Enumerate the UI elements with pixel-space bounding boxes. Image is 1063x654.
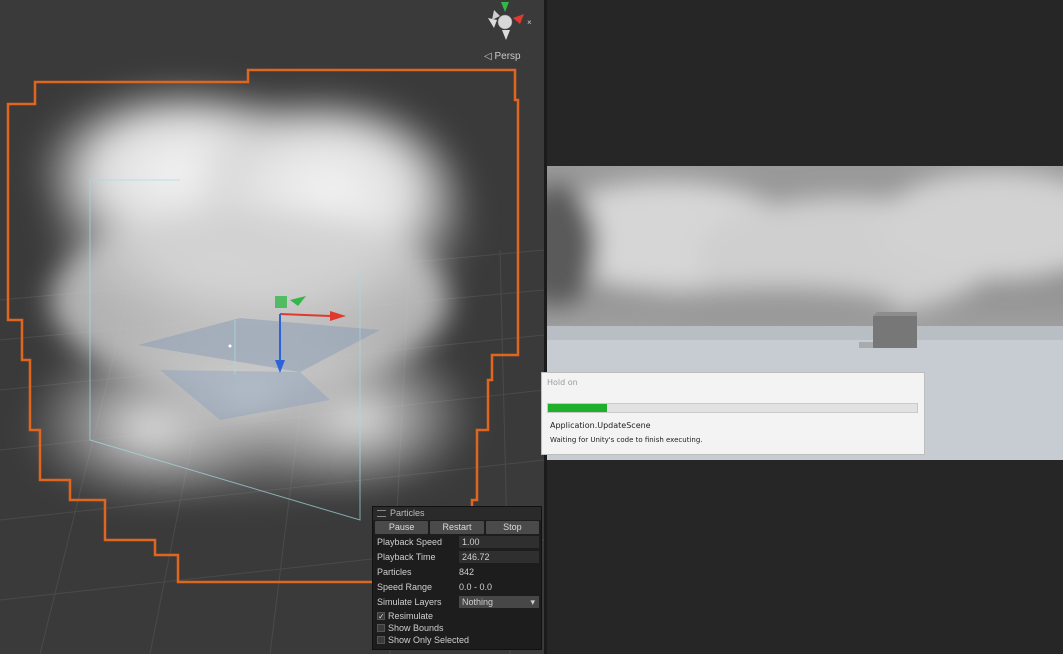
particles-overlay: Particles Pause Restart Stop Playback Sp… xyxy=(372,506,542,650)
speed-range-label: Speed Range xyxy=(377,582,433,592)
status-message: Waiting for Unity's code to finish execu… xyxy=(550,436,703,444)
show-only-selected-option[interactable]: Show Only Selected xyxy=(373,634,541,646)
progress-fill xyxy=(548,404,608,412)
playback-time-label: Playback Time xyxy=(377,552,436,562)
gizmo-x-cone xyxy=(513,14,524,24)
pause-button[interactable]: Pause xyxy=(375,521,429,534)
chevron-down-icon: ▾ xyxy=(530,597,535,607)
playback-speed-field[interactable]: 1.00 xyxy=(459,536,539,548)
show-bounds-option[interactable]: Show Bounds xyxy=(373,622,541,634)
fog-cloud xyxy=(20,80,480,510)
gizmo-plane-handle xyxy=(275,296,287,308)
resimulate-checkbox[interactable]: ✓ xyxy=(377,612,385,621)
simulate-layers-dropdown[interactable]: Nothing ▾ xyxy=(459,596,539,608)
gizmo-y-cone xyxy=(501,2,509,12)
simulate-layers-label: Simulate Layers xyxy=(377,597,442,607)
view-mode-toggle[interactable]: ◁ Persp xyxy=(484,51,521,62)
particles-title: Particles xyxy=(390,508,425,518)
resimulate-label: Resimulate xyxy=(388,611,434,621)
particles-header[interactable]: Particles xyxy=(373,507,541,520)
show-only-selected-checkbox[interactable] xyxy=(377,636,385,644)
show-bounds-label: Show Bounds xyxy=(388,623,444,633)
simulate-layers-value: Nothing xyxy=(462,597,494,607)
dialog-title: Hold on xyxy=(547,378,578,387)
show-only-selected-label: Show Only Selected xyxy=(388,635,470,645)
orientation-gizmo[interactable]: × xyxy=(480,0,540,50)
playback-time-field[interactable]: 246.72 xyxy=(459,551,539,563)
particles-count-value: 842 xyxy=(459,567,475,577)
svg-text:×: × xyxy=(527,18,532,27)
particles-count-label: Particles xyxy=(377,567,412,577)
progress-bar xyxy=(547,403,918,413)
game-view xyxy=(547,0,1063,654)
speed-range-value: 0.0 - 0.0 xyxy=(459,582,493,592)
hold-on-dialog: Hold on Application.UpdateScene Waiting … xyxy=(541,372,925,455)
stop-button[interactable]: Stop xyxy=(485,521,539,534)
drag-handle-icon[interactable] xyxy=(377,510,386,517)
show-bounds-checkbox[interactable] xyxy=(377,624,385,632)
scene-view[interactable]: × ◁ Persp Particles Pause Restart Stop P… xyxy=(0,0,544,654)
playback-speed-label: Playback Speed xyxy=(377,537,443,547)
restart-button[interactable]: Restart xyxy=(430,521,484,534)
resimulate-option[interactable]: ✓ Resimulate xyxy=(373,610,541,622)
task-name: Application.UpdateScene xyxy=(550,421,651,430)
